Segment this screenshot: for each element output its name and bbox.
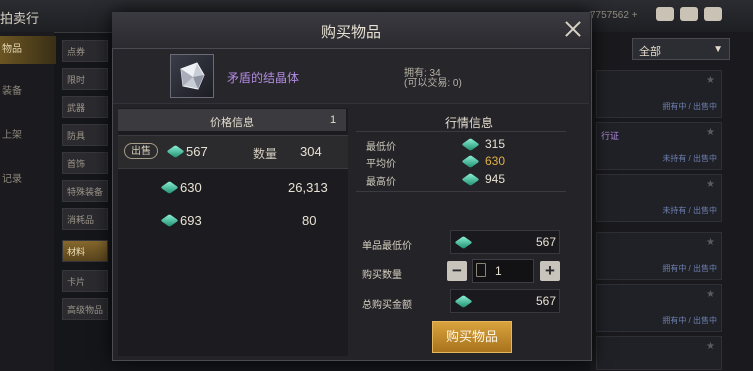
list-item-status: 拥有中 / 出售中 [662, 102, 717, 111]
decrease-button[interactable]: − [447, 261, 467, 281]
divider [356, 191, 566, 192]
list-item[interactable]: 行证 ★ 未持有 / 出售中 [596, 122, 722, 170]
top-icons [656, 7, 728, 24]
unit-min-label: 单品最低价 [362, 241, 412, 252]
list-item[interactable]: ★ 拥有中 / 出售中 [596, 284, 722, 332]
total-value: 567 [535, 294, 556, 308]
price-info-count: 1 [330, 114, 337, 126]
window-title: 拍卖行 [0, 11, 40, 26]
dialog-title: 购买物品 [320, 24, 381, 41]
category-item[interactable]: 消耗品 [62, 208, 108, 230]
nav-item[interactable]: 上架 [0, 122, 56, 150]
mail-icon[interactable] [680, 7, 698, 21]
category-item[interactable]: 特殊装备 [62, 180, 108, 202]
category-item[interactable]: 武器 [62, 96, 108, 118]
list-item-status: 未持有 / 出售中 [662, 154, 717, 163]
list-item-name: 行证 [601, 131, 620, 141]
category-item[interactable]: 点券 [62, 40, 108, 62]
list-item[interactable]: ★ 拥有中 / 出售中 [596, 232, 722, 280]
unit-min-value: 567 [535, 235, 556, 249]
nav-item[interactable]: 物品 [0, 36, 56, 64]
sell-tag: 出售 [124, 143, 158, 159]
order-price: 693 [180, 213, 202, 228]
order-qty: 26,313 [288, 180, 328, 195]
star-icon[interactable]: ★ [706, 75, 715, 86]
buy-qty-label: 购买数量 [362, 270, 402, 281]
bag-icon[interactable] [656, 7, 674, 21]
order-price: 630 [180, 180, 202, 195]
star-icon[interactable]: ★ [706, 127, 715, 138]
order-qty: 304 [300, 144, 322, 159]
filter-dropdown[interactable]: 全部 ▼ [632, 38, 730, 60]
chat-icon[interactable] [704, 7, 722, 21]
category-item[interactable]: 限时 [62, 68, 108, 90]
category-item[interactable]: 高级物品 [62, 298, 108, 320]
currency-readout: 7757562 + [590, 10, 638, 21]
category-list: 点券 限时 武器 防具 首饰 特殊装备 消耗品 材料 卡片 高级物品 [58, 36, 110, 366]
left-nav: 物品 装备 上架 记录 [0, 32, 56, 371]
list-item-status: 拥有中 / 出售中 [662, 316, 717, 325]
avg-price-label: 平均价 [366, 159, 396, 170]
increase-button[interactable]: + [540, 261, 560, 281]
star-icon[interactable]: ★ [706, 289, 715, 300]
list-item[interactable]: ★ 未持有 / 出售中 [596, 174, 722, 222]
list-item[interactable]: ★ [596, 336, 722, 370]
category-item[interactable]: 防具 [62, 124, 108, 146]
total-label: 总购买金额 [362, 300, 412, 311]
order-price: 567 [186, 144, 208, 159]
chevron-down-icon: ▼ [713, 44, 723, 55]
star-icon[interactable]: ★ [706, 179, 715, 190]
list-item-status: 拥有中 / 出售中 [662, 264, 717, 273]
tradable-count: (可以交易: 0) [404, 78, 462, 89]
close-icon[interactable] [563, 19, 583, 39]
divider [356, 131, 566, 132]
max-price-value: 945 [485, 172, 506, 186]
max-price-label: 最高价 [366, 177, 396, 188]
item-crystal-icon [170, 54, 214, 98]
category-item[interactable]: 卡片 [62, 270, 108, 292]
min-price-value: 315 [485, 137, 506, 151]
quantity-value: 1 [495, 264, 502, 278]
order-qty: 80 [302, 213, 317, 228]
avg-price-value: 630 [485, 154, 506, 168]
min-price-label: 最低价 [366, 142, 396, 153]
filter-value: 全部 [639, 46, 661, 58]
price-info-title: 价格信息 [210, 117, 254, 129]
nav-item[interactable]: 记录 [0, 166, 56, 194]
keypad-icon[interactable] [476, 263, 486, 277]
market-info-title: 行情信息 [445, 116, 494, 130]
nav-item[interactable]: 装备 [0, 78, 56, 106]
list-item-status: 未持有 / 出售中 [662, 206, 717, 215]
buy-button[interactable]: 购买物品 [432, 321, 512, 353]
star-icon[interactable]: ★ [706, 341, 715, 352]
item-name: 矛盾的结晶体 [227, 71, 300, 85]
category-item[interactable]: 首饰 [62, 152, 108, 174]
star-icon[interactable]: ★ [706, 237, 715, 248]
qty-label: 数量 [253, 147, 278, 161]
list-item[interactable]: ★ 拥有中 / 出售中 [596, 70, 722, 118]
category-item[interactable]: 材料 [62, 240, 108, 262]
